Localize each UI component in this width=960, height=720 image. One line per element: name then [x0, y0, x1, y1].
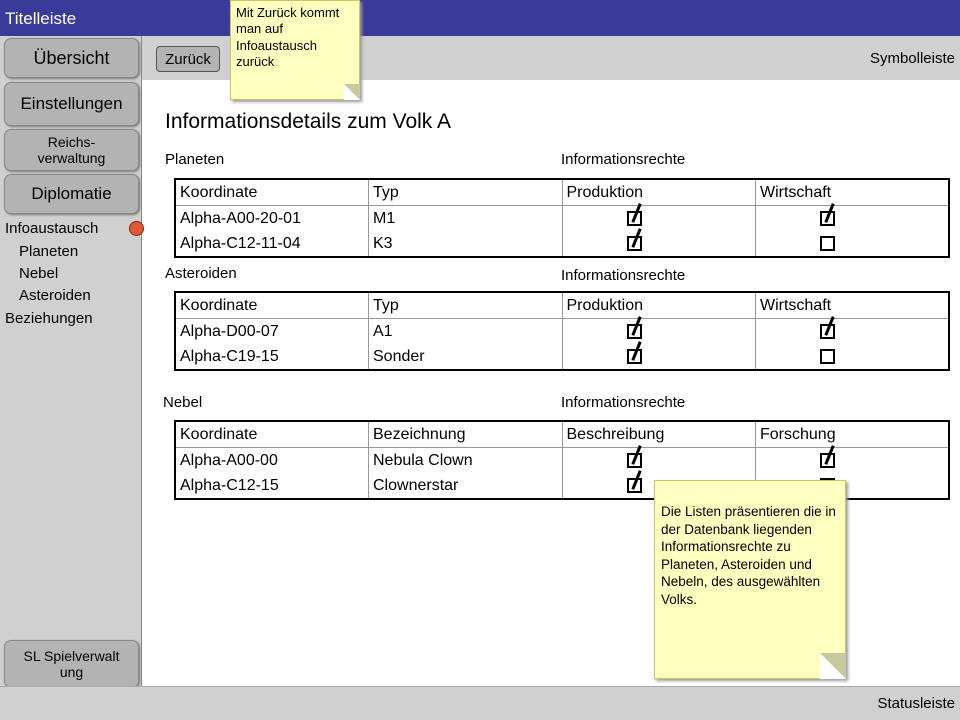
nav-button-settings[interactable]: Einstellungen	[4, 82, 139, 126]
description-cell	[562, 447, 756, 473]
column-header: Koordinate	[175, 421, 369, 448]
rights-label-planeten: Informationsrechte	[561, 151, 686, 168]
production-checkbox[interactable]	[626, 211, 642, 226]
coordinate-cell: Alpha-D00-07	[175, 318, 369, 344]
name-cell: Clownerstar	[368, 473, 563, 499]
type-cell: M1	[368, 205, 563, 231]
nav-button-settings-label: Einstellungen	[20, 94, 123, 114]
column-header: Beschreibung	[562, 421, 756, 448]
production-checkbox[interactable]	[626, 236, 642, 251]
column-header: Forschung	[755, 421, 949, 448]
sidebar-item-nebel[interactable]: Nebel	[19, 265, 58, 282]
sidebar-item-planeten[interactable]: Planeten	[19, 243, 78, 260]
rights-label-nebel: Informationsrechte	[561, 394, 686, 411]
economy-checkbox[interactable]	[820, 349, 835, 364]
economy-cell	[756, 344, 950, 370]
section-label-asteroiden: Asteroiden	[165, 265, 237, 282]
production-cell	[562, 318, 756, 344]
title-bar: Titelleiste	[0, 0, 960, 36]
coordinate-cell: Alpha-A00-20-01	[175, 205, 369, 231]
nav-button-empire-admin[interactable]: Reichs-verwaltung	[4, 129, 139, 171]
coordinate-cell: Alpha-C19-15	[175, 344, 369, 370]
coordinate-cell: Alpha-C12-11-04	[175, 231, 369, 257]
type-cell: K3	[368, 231, 563, 257]
table-header-row: Koordinate Typ Produktion Wirtschaft	[175, 292, 949, 319]
nav-button-diplomacy[interactable]: Diplomatie	[4, 174, 139, 214]
sidebar-item-asteroiden[interactable]: Asteroiden	[19, 287, 91, 304]
nav-button-game-admin-label: SL Spielverwaltung	[23, 647, 120, 680]
back-button[interactable]: Zurück	[156, 46, 220, 72]
production-cell	[562, 231, 756, 257]
nav-button-game-admin[interactable]: SL Spielverwaltung	[4, 640, 139, 688]
table-row: Alpha-A00-00 Nebula Clown	[175, 447, 950, 474]
economy-checkbox[interactable]	[820, 211, 835, 226]
type-cell: Sonder	[368, 344, 563, 370]
toolbar-label: Symbolleiste	[869, 50, 955, 67]
sidebar-item-beziehungen[interactable]: Beziehungen	[5, 310, 93, 327]
production-cell	[562, 205, 756, 231]
table-row: Alpha-A00-20-01 M1	[175, 205, 950, 232]
economy-cell	[756, 319, 950, 345]
status-bar: Statusleiste	[0, 686, 960, 720]
note-fold	[344, 84, 360, 100]
nav-button-overview-label: Übersicht	[33, 47, 110, 68]
page-title: Informationsdetails zum Volk A	[165, 110, 451, 133]
column-header: Wirtschaft	[755, 292, 949, 319]
description-checkbox[interactable]	[626, 453, 642, 468]
economy-cell	[756, 206, 950, 232]
column-header: Typ	[368, 179, 563, 206]
table-row: Alpha-C19-15 Sonder	[175, 344, 949, 370]
nav-button-empire-admin-label: Reichs-verwaltung	[37, 133, 106, 166]
economy-checkbox[interactable]	[820, 324, 835, 339]
coordinate-cell: Alpha-A00-00	[175, 447, 369, 473]
economy-cell	[756, 231, 950, 257]
name-cell: Nebula Clown	[368, 447, 563, 473]
column-header: Produktion	[562, 179, 756, 206]
status-label: Statusleiste	[877, 695, 955, 712]
column-header: Typ	[368, 292, 563, 319]
table-asteroiden: Koordinate Typ Produktion Wirtschaft Alp…	[174, 291, 950, 371]
sticky-note-back: Mit Zurück kommt man auf Infoaustausch z…	[230, 0, 360, 100]
coordinate-cell: Alpha-C12-15	[175, 473, 369, 499]
sticky-note-lists-text: Die Listen präsentieren die in der Daten…	[661, 504, 836, 607]
research-checkbox[interactable]	[820, 453, 835, 468]
column-header: Koordinate	[175, 179, 369, 206]
section-label-planeten: Planeten	[165, 151, 225, 168]
back-button-label: Zurück	[165, 50, 211, 68]
production-checkbox[interactable]	[626, 349, 642, 364]
column-header: Koordinate	[175, 292, 369, 319]
column-header: Wirtschaft	[755, 179, 949, 206]
nav-button-overview[interactable]: Übersicht	[4, 38, 139, 78]
type-cell: A1	[368, 318, 563, 344]
window-title: Titelleiste	[5, 9, 77, 28]
nav-button-diplomacy-label: Diplomatie	[31, 184, 112, 204]
sticky-note-lists: Die Listen präsentieren die in der Daten…	[654, 480, 846, 679]
table-row: Alpha-D00-07 A1	[175, 318, 950, 345]
active-item-marker	[129, 221, 144, 236]
table-header-row: Koordinate Bezeichnung Beschreibung Fors…	[175, 421, 949, 448]
table-planeten: Koordinate Typ Produktion Wirtschaft Alp…	[174, 178, 950, 258]
table-row: Alpha-C12-11-04 K3	[175, 231, 949, 257]
table-header-row: Koordinate Typ Produktion Wirtschaft	[175, 179, 949, 206]
production-cell	[562, 344, 756, 370]
research-cell	[756, 448, 950, 474]
column-header: Bezeichnung	[368, 421, 563, 448]
sidebar-item-infoaustausch[interactable]: Infoaustausch	[5, 220, 98, 237]
production-checkbox[interactable]	[626, 324, 642, 339]
description-checkbox[interactable]	[626, 478, 642, 493]
sticky-note-back-text: Mit Zurück kommt man auf Infoaustausch z…	[236, 5, 340, 69]
column-header: Produktion	[562, 292, 756, 319]
rights-label-asteroiden: Informationsrechte	[561, 267, 686, 284]
economy-checkbox[interactable]	[820, 236, 835, 251]
note-fold	[820, 653, 846, 679]
section-label-nebel: Nebel	[163, 394, 203, 411]
